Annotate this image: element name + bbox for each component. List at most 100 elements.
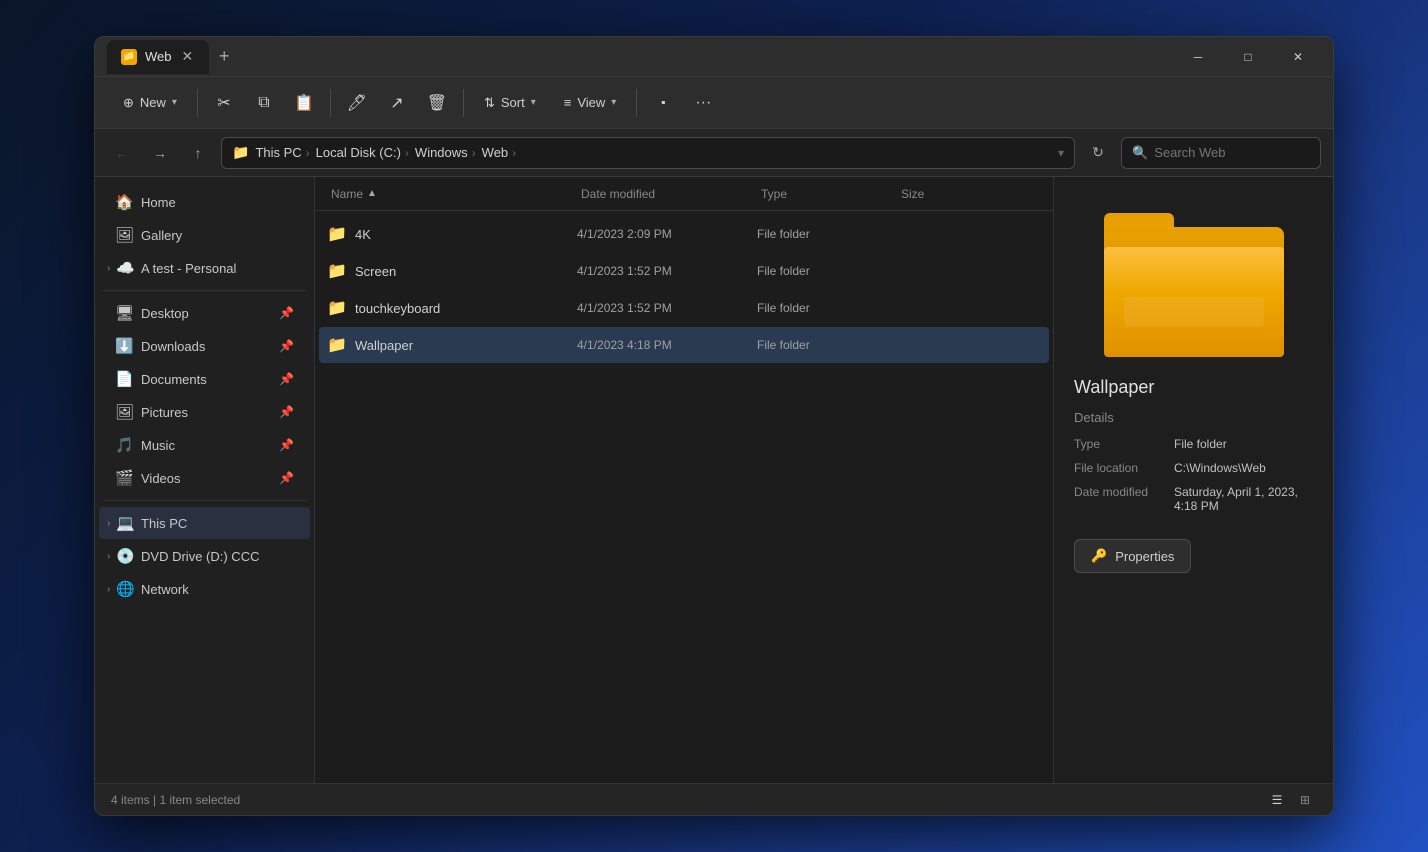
breadcrumb-sep-4: › xyxy=(512,146,516,160)
sidebar-item-videos[interactable]: 🎬 Videos 📌 xyxy=(99,462,310,494)
new-tab-button[interactable]: + xyxy=(209,42,239,72)
breadcrumb-sep-1: › xyxy=(306,146,310,160)
search-icon: 🔍 xyxy=(1132,145,1148,161)
grid-view-button[interactable]: ⊞ xyxy=(1293,788,1317,812)
refresh-button[interactable]: ↻ xyxy=(1083,138,1113,168)
this-pc-icon: 💻 xyxy=(116,514,135,532)
folder-preview-icon xyxy=(1094,197,1294,357)
file-name: 4K xyxy=(355,227,577,242)
table-row[interactable]: 📁 Screen 4/1/2023 1:52 PM File folder xyxy=(319,253,1049,289)
a-test-icon: ☁️ xyxy=(116,259,135,277)
sidebar-item-documents[interactable]: 📄 Documents 📌 xyxy=(99,363,310,395)
documents-icon: 📄 xyxy=(115,370,133,388)
sidebar-downloads-label: Downloads xyxy=(141,339,271,354)
up-button[interactable]: ↑ xyxy=(183,138,213,168)
search-box[interactable]: 🔍 xyxy=(1121,137,1321,169)
sidebar-section-network[interactable]: › 🌐 Network xyxy=(99,573,310,605)
status-bar: 4 items | 1 item selected ☰ ⊞ xyxy=(95,783,1333,815)
sort-button[interactable]: ⇅ Sort ▾ xyxy=(472,85,548,121)
network-chevron-icon: › xyxy=(107,584,110,595)
sidebar-videos-label: Videos xyxy=(141,471,271,486)
share-button[interactable]: ↗ xyxy=(379,85,415,121)
search-input[interactable] xyxy=(1154,145,1310,160)
table-row[interactable]: 📁 touchkeyboard 4/1/2023 1:52 PM File fo… xyxy=(319,290,1049,326)
title-bar: 📁 Web ✕ + ─ □ ✕ xyxy=(95,37,1333,77)
new-icon: ⊕ xyxy=(123,95,134,111)
column-header-name[interactable]: Name ▲ xyxy=(323,183,573,205)
folder-front xyxy=(1104,247,1284,357)
sidebar-desktop-label: Desktop xyxy=(141,306,271,321)
file-type: File folder xyxy=(757,264,897,278)
sidebar-section-this-pc[interactable]: › 💻 This PC xyxy=(99,507,310,539)
back-button[interactable]: ← xyxy=(107,138,137,168)
new-label: New xyxy=(140,95,166,110)
sidebar-item-music[interactable]: 🎵 Music 📌 xyxy=(99,429,310,461)
table-row[interactable]: 📁 4K 4/1/2023 2:09 PM File folder xyxy=(319,216,1049,252)
sort-chevron-icon: ▾ xyxy=(531,97,536,108)
sidebar-item-downloads[interactable]: ⬇️ Downloads 📌 xyxy=(99,330,310,362)
this-pc-chevron-icon: › xyxy=(107,518,110,529)
location-key: File location xyxy=(1074,461,1164,475)
sidebar-section-a-test[interactable]: › ☁️ A test - Personal xyxy=(99,252,310,284)
file-name: touchkeyboard xyxy=(355,301,577,316)
sidebar-gallery-label: Gallery xyxy=(141,228,294,243)
sidebar-section-dvd[interactable]: › 💿 DVD Drive (D:) CCC xyxy=(99,540,310,572)
breadcrumb-sep-2: › xyxy=(405,146,409,160)
dvd-chevron-icon: › xyxy=(107,551,110,562)
address-bar[interactable]: 📁 This PC › Local Disk (C:) › Windows › … xyxy=(221,137,1075,169)
breadcrumb-windows[interactable]: Windows › xyxy=(415,145,476,160)
column-header-date[interactable]: Date modified xyxy=(573,183,753,205)
more-button[interactable]: ··· xyxy=(685,85,721,121)
sort-label: Sort xyxy=(501,95,525,110)
column-header-type[interactable]: Type xyxy=(753,183,893,205)
cut-button[interactable]: ✂ xyxy=(206,85,242,121)
sidebar-this-pc-label: This PC xyxy=(141,516,302,531)
preview-panel: Wallpaper Details Type File folder File … xyxy=(1053,177,1333,783)
detail-date-row: Date modified Saturday, April 1, 2023, 4… xyxy=(1074,485,1313,513)
file-date: 4/1/2023 1:52 PM xyxy=(577,301,757,315)
list-view-button[interactable]: ☰ xyxy=(1265,788,1289,812)
items-count: 4 items xyxy=(111,793,150,807)
minimize-button[interactable]: ─ xyxy=(1175,41,1221,73)
detail-location-row: File location C:\Windows\Web xyxy=(1074,461,1313,475)
active-tab[interactable]: 📁 Web ✕ xyxy=(107,40,209,74)
sidebar-divider-1 xyxy=(103,290,306,291)
view-toggle: ☰ ⊞ xyxy=(1265,788,1317,812)
sidebar-documents-label: Documents xyxy=(141,372,271,387)
folder-icon: 📁 xyxy=(327,298,347,318)
location-value: C:\Windows\Web xyxy=(1174,461,1313,475)
forward-button[interactable]: → xyxy=(145,138,175,168)
file-list-area: Name ▲ Date modified Type Size 📁 4K 4/1/… xyxy=(315,177,1053,783)
new-button[interactable]: ⊕ New ▾ xyxy=(111,85,189,121)
view-icon: ≡ xyxy=(564,95,572,110)
sidebar: 🏠 Home 🖼 Gallery › ☁️ A test - Personal … xyxy=(95,177,315,783)
maximize-button[interactable]: □ xyxy=(1225,41,1271,73)
sidebar-item-home[interactable]: 🏠 Home xyxy=(99,186,310,218)
sidebar-item-gallery[interactable]: 🖼 Gallery xyxy=(99,219,310,251)
breadcrumb-this-pc[interactable]: This PC › xyxy=(255,145,309,160)
close-button[interactable]: ✕ xyxy=(1275,41,1321,73)
detail-type-row: Type File folder xyxy=(1074,437,1313,451)
date-value: Saturday, April 1, 2023, 4:18 PM xyxy=(1174,485,1313,513)
address-bar-area: ← → ↑ 📁 This PC › Local Disk (C:) › Wind… xyxy=(95,129,1333,177)
sidebar-item-pictures[interactable]: 🖼 Pictures 📌 xyxy=(99,396,310,428)
properties-button[interactable]: 🔑 Properties xyxy=(1074,539,1191,573)
breadcrumb-local-disk-text: Local Disk (C:) xyxy=(316,145,401,160)
view-button[interactable]: ≡ View ▾ xyxy=(552,85,629,121)
copy-button[interactable]: ⧉ xyxy=(246,85,282,121)
sidebar-item-desktop[interactable]: 🖥 Desktop 📌 xyxy=(99,297,310,329)
address-folder-icon: 📁 xyxy=(232,144,249,161)
tab-label: Web xyxy=(145,49,172,64)
paste-button[interactable]: 📋 xyxy=(286,85,322,121)
breadcrumb-web[interactable]: Web › xyxy=(482,145,517,160)
address-bar-dropdown-icon[interactable]: ▾ xyxy=(1058,146,1064,160)
table-row[interactable]: 📁 Wallpaper 4/1/2023 4:18 PM File folder xyxy=(319,327,1049,363)
explorer-window: 📁 Web ✕ + ─ □ ✕ ⊕ New ▾ ✂ ⧉ 📋 🖊 ↗ 🗑 ⇅ So xyxy=(94,36,1334,816)
column-header-size[interactable]: Size xyxy=(893,183,993,205)
folder-icon: 📁 xyxy=(327,335,347,355)
details-button[interactable]: ⬝ xyxy=(645,85,681,121)
breadcrumb-local-disk[interactable]: Local Disk (C:) › xyxy=(316,145,409,160)
tab-close-button[interactable]: ✕ xyxy=(180,48,196,65)
delete-button[interactable]: 🗑 xyxy=(419,85,455,121)
rename-button[interactable]: 🖊 xyxy=(339,85,375,121)
